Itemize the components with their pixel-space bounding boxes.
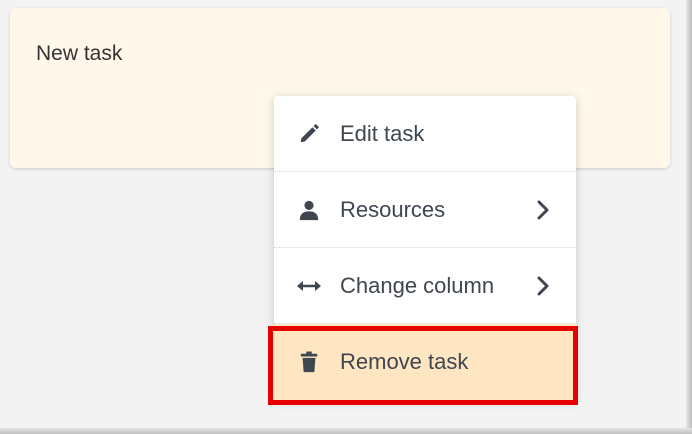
menu-item-edit-task[interactable]: Edit task	[274, 96, 576, 172]
menu-item-label: Remove task	[340, 349, 469, 374]
user-icon	[296, 197, 322, 223]
context-menu: Edit task Resources Change column Remove…	[274, 96, 576, 400]
menu-item-label: Edit task	[340, 120, 425, 146]
task-title: New task	[36, 42, 123, 65]
chevron-right-icon	[536, 199, 550, 221]
menu-item-remove-task[interactable]: Remove task	[274, 324, 576, 400]
chevron-right-icon	[536, 275, 550, 297]
pencil-icon	[296, 121, 322, 147]
menu-item-resources[interactable]: Resources	[274, 172, 576, 248]
frame-edge-bottom	[0, 428, 692, 434]
frame-edge-right	[686, 0, 692, 434]
screenshot-frame: New task Edit task Resources Change colu…	[0, 0, 692, 434]
menu-item-label: Resources	[340, 196, 446, 222]
trash-icon	[296, 349, 322, 375]
menu-item-label: Change column	[340, 272, 495, 298]
menu-item-change-column[interactable]: Change column	[274, 248, 576, 324]
arrows-horizontal-icon	[296, 273, 322, 299]
